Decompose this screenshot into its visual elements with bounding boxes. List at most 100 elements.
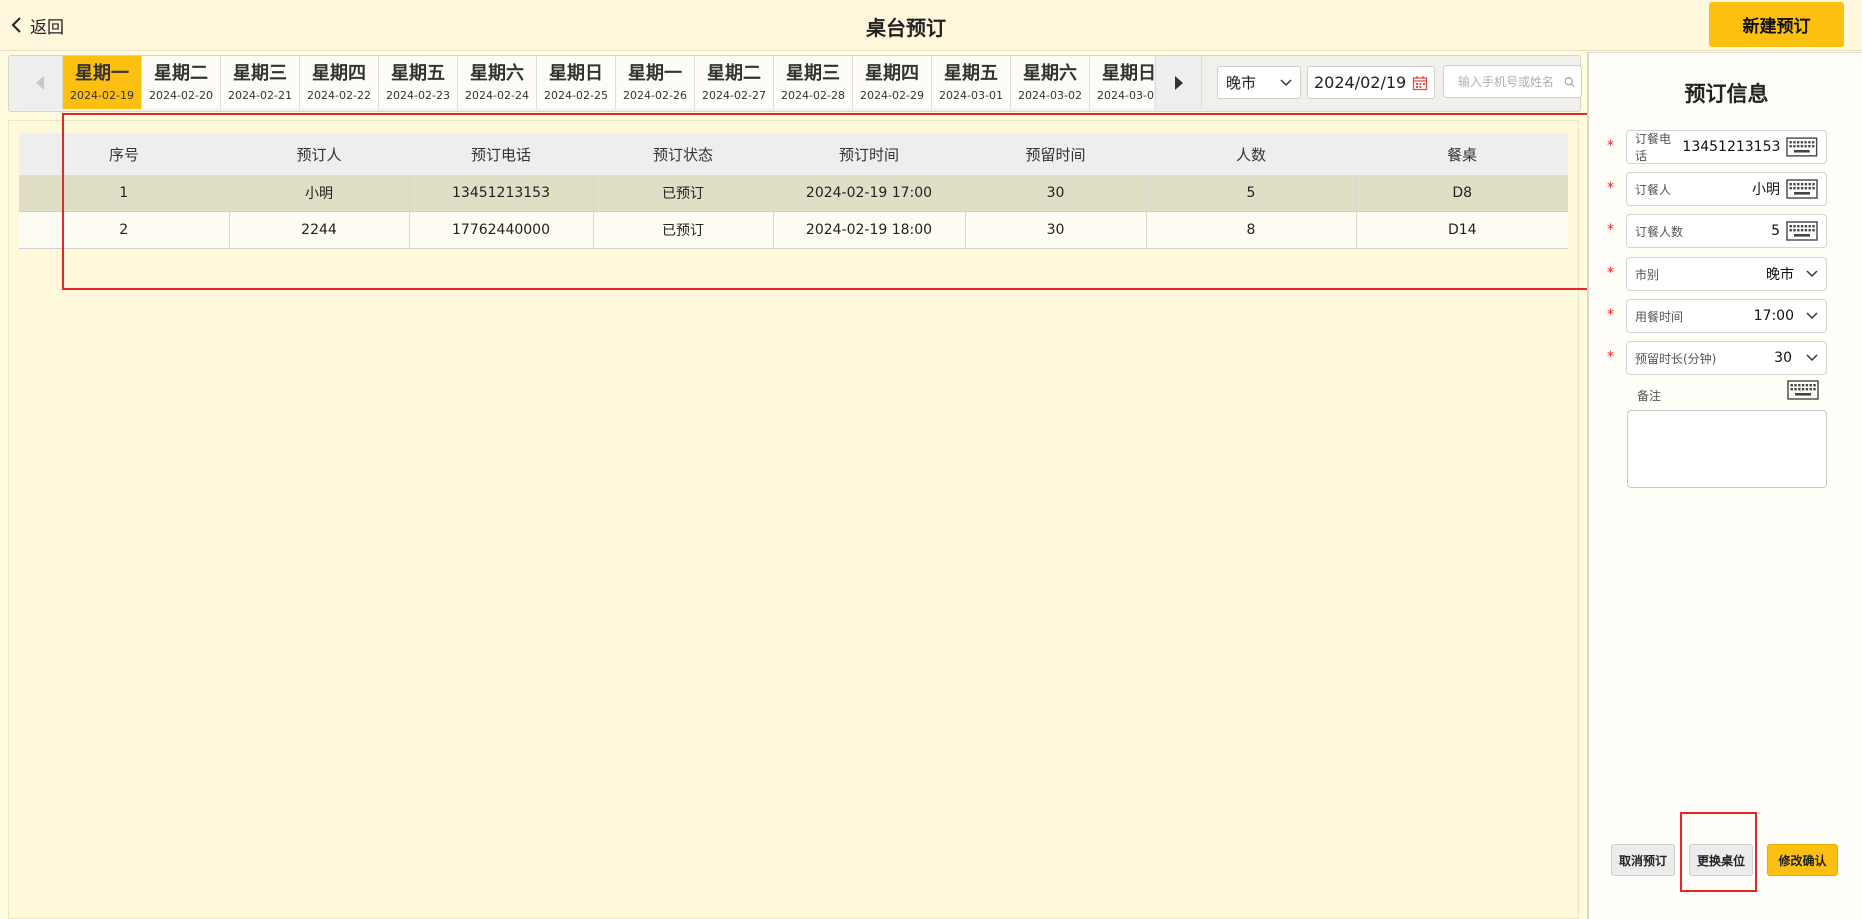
day-tab-date: 2024-02-25 [544, 89, 608, 102]
cancel-booking-button[interactable]: 取消预订 [1611, 844, 1675, 876]
day-tab[interactable]: 星期五 2024-03-01 [932, 56, 1011, 109]
day-tab[interactable]: 星期二 2024-02-20 [142, 56, 221, 109]
top-bar: 返回 桌台预订 新建预订 [0, 0, 1862, 51]
day-tab-weekday: 星期日 [1102, 63, 1154, 84]
day-tab[interactable]: 星期四 2024-02-22 [300, 56, 379, 109]
shift-select-value: 晚市 [1226, 74, 1257, 92]
name-value: 小明 [1752, 182, 1780, 198]
column-header: 预留时间 [965, 133, 1146, 175]
shift-value: 晚市 [1766, 267, 1794, 283]
day-tab-weekday: 星期三 [233, 63, 287, 84]
day-tab-weekday: 星期五 [391, 63, 445, 84]
day-tab-weekday: 星期一 [75, 63, 129, 84]
day-tab-weekday: 星期五 [944, 63, 998, 84]
table-cell: 1 [19, 175, 230, 212]
table-cell: 2244 [229, 211, 410, 249]
column-header: 餐桌 [1356, 133, 1568, 175]
panel-title: 预订信息 [1684, 82, 1769, 106]
next-dates-button[interactable] [1155, 56, 1202, 109]
table-row[interactable]: 2 2244 17762440000 已预订 2024-02-19 18:00 30 8 D1… [19, 211, 1568, 249]
hold-duration-label: 预留时长(分钟) [1635, 351, 1717, 366]
change-table-button[interactable]: 更换桌位 [1689, 844, 1753, 876]
shift-label: 市别 [1635, 267, 1660, 282]
party-size-field[interactable]: 订餐人数 5 [1626, 214, 1827, 248]
column-header: 人数 [1146, 133, 1356, 175]
column-header: 预订人 [229, 133, 409, 175]
party-size-value: 5 [1771, 223, 1780, 239]
day-tab[interactable]: 星期三 2024-02-28 [774, 56, 853, 109]
day-tab[interactable]: 星期日 2024-02-25 [537, 56, 616, 109]
table-cell: 2024-02-19 17:00 [773, 175, 966, 212]
party-size-label: 订餐人数 [1635, 224, 1684, 239]
keyboard-icon[interactable] [1786, 221, 1818, 241]
name-field[interactable]: 订餐人 小明 [1626, 172, 1827, 206]
column-header: 预订状态 [593, 133, 773, 175]
day-tab[interactable]: 星期六 2024-03-02 [1011, 56, 1090, 109]
day-tab-date: 2024-02-21 [228, 89, 292, 102]
booking-info-panel: 预订信息 * 订餐电话 13451213153 * 订餐人 小明 * 订餐人数 … [1587, 52, 1862, 919]
day-tab-weekday: 星期二 [707, 63, 761, 84]
shift-field[interactable]: 市别 晚市 [1626, 257, 1827, 291]
confirm-edit-button[interactable]: 修改确认 [1767, 844, 1838, 876]
search-input[interactable] [1456, 73, 1564, 90]
dining-time-field[interactable]: 用餐时间 17:00 [1626, 299, 1827, 333]
table-cell: 30 [965, 211, 1147, 249]
chevron-down-icon [1806, 354, 1818, 362]
day-tab[interactable]: 星期三 2024-02-21 [221, 56, 300, 109]
day-tab-date: 2024-02-20 [149, 89, 213, 102]
keyboard-icon[interactable] [1786, 137, 1818, 157]
caret-right-icon [1174, 75, 1183, 90]
day-tab-date: 2024-02-19 [70, 89, 134, 102]
date-picker-value: 2024/02/19 [1314, 73, 1407, 92]
keyboard-icon[interactable] [1786, 380, 1820, 400]
table-cell: 已预订 [593, 175, 774, 212]
chevron-down-icon [1280, 78, 1292, 86]
table-row[interactable]: 1 小明 13451213153 已预订 2024-02-19 17:00 30 5 D8 [19, 175, 1568, 212]
day-tab[interactable]: 星期日 2024-03-03 [1090, 56, 1154, 109]
day-tabs: 星期一 2024-02-19 星期二 2024-02-20 星期三 2024-02-21 星… [63, 56, 1154, 109]
column-header: 序号 [19, 133, 229, 175]
shift-select[interactable]: 晚市 [1217, 66, 1301, 99]
day-tab-weekday: 星期六 [1023, 63, 1077, 84]
day-tab-date: 2024-02-24 [465, 89, 529, 102]
required-mark: * [1607, 349, 1614, 365]
chevron-down-icon [1806, 312, 1818, 320]
caret-left-icon [35, 75, 44, 90]
day-tab-date: 2024-02-29 [860, 89, 924, 102]
day-tab[interactable]: 星期二 2024-02-27 [695, 56, 774, 109]
day-tab-date: 2024-02-26 [623, 89, 687, 102]
dining-time-label: 用餐时间 [1635, 309, 1684, 324]
day-tab-weekday: 星期三 [786, 63, 840, 84]
search-icon[interactable] [1564, 75, 1575, 89]
day-tab[interactable]: 星期一 2024-02-19 [63, 56, 142, 109]
new-booking-button[interactable]: 新建预订 [1709, 2, 1844, 47]
table-cell: 小明 [229, 175, 410, 212]
date-picker[interactable]: 2024/02/19 [1307, 66, 1435, 99]
day-tab-weekday: 星期六 [470, 63, 524, 84]
prev-dates-button[interactable] [17, 56, 63, 109]
required-mark: * [1607, 222, 1614, 238]
day-tab-date: 2024-02-28 [781, 89, 845, 102]
dining-time-value: 17:00 [1753, 308, 1794, 324]
day-tab[interactable]: 星期四 2024-02-29 [853, 56, 932, 109]
required-mark: * [1607, 138, 1614, 154]
table-cell: 30 [965, 175, 1147, 212]
remark-textarea[interactable] [1627, 410, 1827, 488]
date-bar: 星期一 2024-02-19 星期二 2024-02-20 星期三 2024-02-21 星… [8, 55, 1582, 112]
remark-label: 备注 [1637, 389, 1662, 403]
table-cell: 13451213153 [409, 175, 594, 212]
table-cell: 5 [1146, 175, 1357, 212]
hold-duration-field[interactable]: 预留时长(分钟) 30 [1626, 341, 1827, 375]
day-tab[interactable]: 星期六 2024-02-24 [458, 56, 537, 109]
required-mark: * [1607, 180, 1614, 196]
column-header: 预订电话 [409, 133, 593, 175]
table-cell: 已预订 [593, 211, 774, 249]
phone-field[interactable]: 订餐电话 13451213153 [1626, 130, 1827, 164]
table-body: 1 小明 13451213153 已预订 2024-02-19 17:00 30 5 D8 2 2… [19, 175, 1568, 249]
page-title: 桌台预订 [866, 16, 946, 40]
day-tab[interactable]: 星期一 2024-02-26 [616, 56, 695, 109]
keyboard-icon[interactable] [1786, 179, 1818, 199]
required-mark: * [1607, 265, 1614, 281]
required-mark: * [1607, 307, 1614, 323]
day-tab[interactable]: 星期五 2024-02-23 [379, 56, 458, 109]
